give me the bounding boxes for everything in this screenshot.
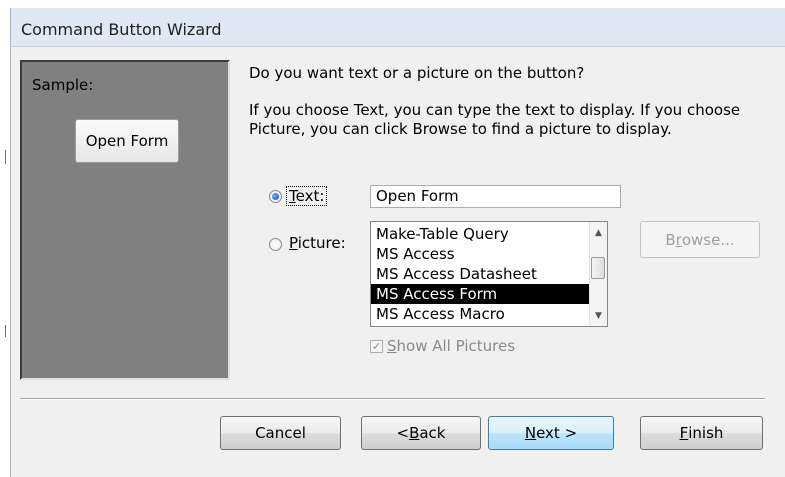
sample-label: Sample: <box>32 76 94 94</box>
title-bar[interactable]: Command Button Wizard <box>11 8 785 47</box>
sample-preview-panel: Sample: Open Form <box>20 60 230 380</box>
list-item[interactable]: MS Access Datasheet <box>371 264 590 284</box>
finish-accel: F <box>679 424 689 442</box>
button-text-input[interactable]: Open Form <box>370 185 621 208</box>
background-tick <box>5 150 6 164</box>
show-all-pictures-label[interactable]: Show All Pictures <box>387 337 515 355</box>
divider <box>20 398 765 400</box>
text-radio-accel: T <box>289 187 296 205</box>
back-accel: B <box>409 424 420 442</box>
scrollbar-thumb[interactable] <box>591 257 605 279</box>
list-item-selected[interactable]: MS Access Form <box>371 284 590 304</box>
button-text-value: Open Form <box>376 187 459 205</box>
sample-button-preview: Open Form <box>75 119 179 163</box>
next-button[interactable]: Next > <box>488 416 614 450</box>
scroll-up-arrow-icon[interactable]: ▲ <box>590 224 607 241</box>
window-title: Command Button Wizard <box>21 20 222 39</box>
question-text: Do you want text or a picture on the but… <box>249 64 585 82</box>
show-all-label-rest: how All Pictures <box>396 337 516 355</box>
background-tick <box>5 325 6 337</box>
back-label-post: ack <box>419 424 446 442</box>
browse-button[interactable]: Br owse... <box>640 221 760 258</box>
browse-label-pre: B <box>665 230 676 249</box>
cancel-button-label: Cancel <box>255 424 306 442</box>
cancel-button[interactable]: Cancel <box>220 416 341 450</box>
focus-rect: Text: <box>286 186 328 206</box>
browse-label-post: owse... <box>681 230 735 249</box>
text-radio-label-rest: ext: <box>295 187 325 205</box>
list-item[interactable]: MS Access <box>371 244 590 264</box>
text-radio-label[interactable]: Text: <box>286 186 328 206</box>
scroll-down-arrow-icon[interactable]: ▼ <box>590 307 607 324</box>
sample-button-text: Open Form <box>85 132 169 150</box>
finish-label-post: inish <box>688 424 724 442</box>
list-item[interactable]: MS Access Macro <box>371 304 590 324</box>
finish-button[interactable]: Finish <box>640 416 763 450</box>
show-all-accel: S <box>387 337 397 355</box>
back-label-pre: < <box>396 424 410 442</box>
picture-listbox[interactable]: Make-Table Query MS Access MS Access Dat… <box>370 221 608 327</box>
next-label-post: ext > <box>536 424 578 442</box>
show-all-pictures-checkbox[interactable]: ✓ <box>370 340 383 353</box>
text-radio[interactable] <box>269 190 282 203</box>
background-edge <box>0 0 9 477</box>
picture-radio-accel: P <box>289 234 298 252</box>
back-button[interactable]: < Back <box>361 416 481 450</box>
next-accel: N <box>524 424 537 442</box>
list-item[interactable]: Make-Table Query <box>371 224 590 244</box>
listbox-scrollbar[interactable]: ▲ ▼ <box>589 222 607 326</box>
picture-radio[interactable] <box>269 238 282 251</box>
picture-radio-label[interactable]: Picture: <box>289 234 346 252</box>
picture-radio-label-rest: icture: <box>297 234 346 252</box>
instructions-text: If you choose Text, you can type the tex… <box>249 101 741 138</box>
